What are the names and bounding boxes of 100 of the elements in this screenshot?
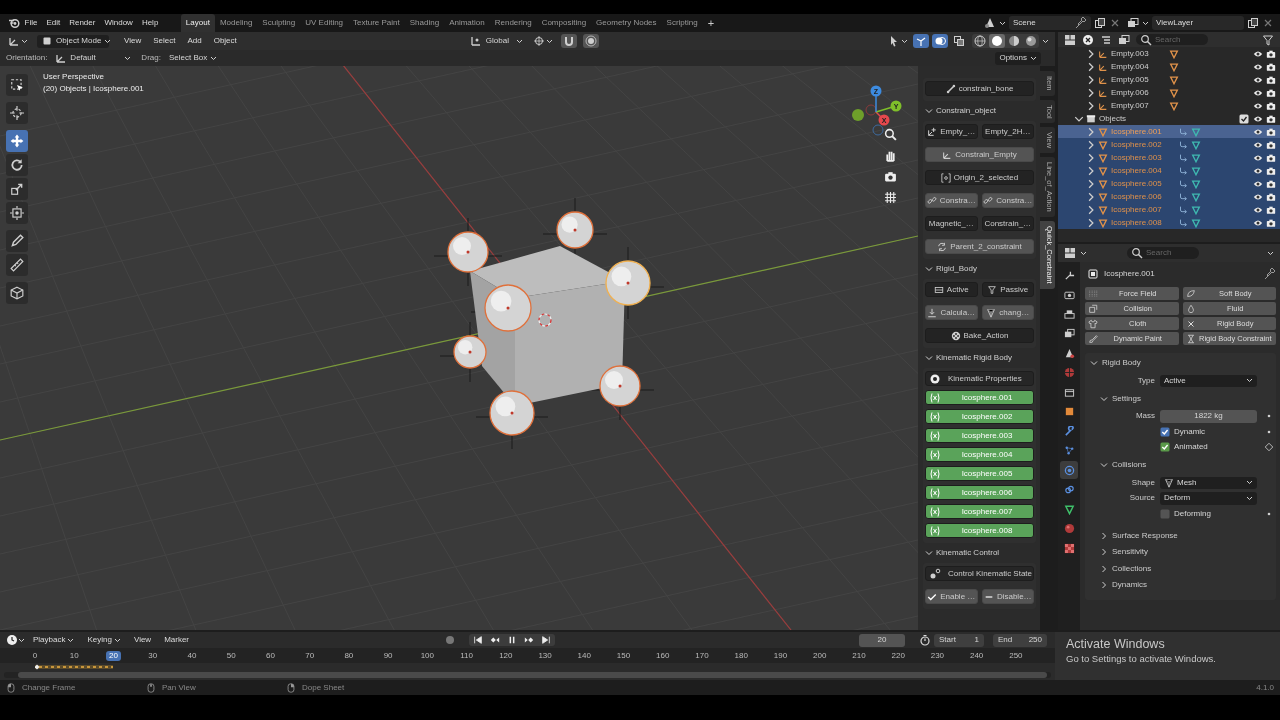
panel-header[interactable]: Constrain_object (923, 103, 1036, 119)
menu-item[interactable]: Keying (82, 636, 126, 644)
object-name: Icosphere.001 (1104, 270, 1155, 278)
outliner-row[interactable]: Icosphere.007 (1058, 203, 1280, 216)
outliner-row[interactable]: Objects (1058, 112, 1280, 125)
operator-button[interactable]: constrain_bone (925, 81, 1034, 96)
panel-header[interactable]: Collisions (1085, 455, 1276, 475)
operator-button[interactable]: Bake_Action (925, 328, 1034, 343)
item-name: Empty.007 (1111, 101, 1149, 110)
panel-header[interactable]: Kinematic Control (923, 545, 1036, 561)
workspace-tab[interactable]: Animation (444, 14, 490, 32)
outliner-row[interactable]: Empty.004 (1058, 60, 1280, 73)
outliner-row[interactable]: Icosphere.008 (1058, 216, 1280, 229)
menu-item[interactable]: Edit (41, 19, 65, 27)
item-name: Icosphere.005 (1111, 179, 1162, 188)
panel-header[interactable]: Collections (1085, 560, 1276, 577)
menu-item[interactable]: Window (99, 19, 138, 27)
frame-number: 240 (968, 650, 985, 661)
panel-header[interactable]: Settings (1085, 388, 1276, 409)
workspace-tab[interactable]: Layout (180, 14, 215, 32)
mode-dropdown[interactable]: Object Mode (37, 34, 109, 48)
orientation-dropdown[interactable]: Global (467, 34, 525, 48)
operator-button[interactable]: Empty_… (925, 124, 978, 139)
menu-item[interactable]: Help (137, 19, 163, 27)
frame-number: 70 (304, 650, 316, 661)
outliner-row[interactable]: Icosphere.005 (1058, 177, 1280, 190)
outliner-row[interactable]: Icosphere.004 (1058, 164, 1280, 177)
operator-button[interactable]: Constrain_… (981, 216, 1034, 231)
drag-dropdown[interactable]: Select Box (164, 51, 222, 65)
operator-button[interactable]: Empty_2H… (981, 124, 1034, 139)
notice-text: Go to Settings to activate Windows. (1066, 653, 1217, 663)
menu-item[interactable]: Object (207, 37, 243, 45)
panel-header[interactable]: Rigid Body (1085, 353, 1276, 373)
menu-item[interactable]: File (20, 19, 42, 27)
end-frame-field[interactable]: End 250 (993, 633, 1047, 647)
menu-item[interactable]: Marker (159, 636, 195, 644)
outliner-row[interactable]: Icosphere.002 (1058, 138, 1280, 151)
frame-number: 150 (615, 650, 632, 661)
dropdown[interactable]: Deform (1160, 492, 1257, 505)
frame-number: 30 (147, 650, 159, 661)
outliner-row[interactable]: Icosphere.003 (1058, 151, 1280, 164)
workspace-tab[interactable]: Shading (404, 14, 445, 32)
operator-button[interactable]: Magnetic_… (925, 216, 978, 231)
operator-button[interactable]: Constra… (925, 193, 978, 208)
menu-item[interactable]: View (128, 636, 157, 644)
outliner-row[interactable]: Empty.006 (1058, 86, 1280, 99)
workspace-tab[interactable]: Scripting (661, 14, 703, 32)
workspace-tab[interactable]: Compositing (536, 14, 592, 32)
menu-item[interactable]: View (118, 37, 148, 45)
frame-number: 20 (106, 650, 121, 661)
outliner-row[interactable]: Empty.007 (1058, 99, 1280, 112)
operator-button[interactable]: Origin_2_selected (925, 170, 1034, 185)
operator-button[interactable]: Parent_2_constraint (925, 239, 1034, 254)
scene-field[interactable]: Scene (1009, 16, 1091, 30)
workspace-tab[interactable]: Rendering (489, 14, 537, 32)
dropdown[interactable]: Active (1160, 374, 1257, 387)
panel-header[interactable]: Kinematic Rigid Body (923, 350, 1036, 366)
current-frame-field[interactable]: 20 (859, 633, 905, 647)
operator-button[interactable]: Enable … (925, 589, 978, 604)
operator-button[interactable]: Disable… (981, 589, 1034, 604)
menu-item[interactable]: Playback (28, 636, 80, 644)
menu-item[interactable]: Select (147, 37, 182, 45)
frame-number: 200 (812, 650, 828, 661)
frame-number: 190 (772, 650, 789, 661)
outliner-row[interactable]: Icosphere.006 (1058, 190, 1280, 203)
number-field[interactable]: 1822 kg (1160, 410, 1257, 423)
workspace-tab[interactable]: Modeling (214, 14, 258, 32)
property-label: Kinematic Properties (925, 371, 1034, 386)
panel-header[interactable]: Rigid_Body (923, 261, 1036, 277)
panel-header[interactable]: Sensitivity (1085, 544, 1276, 561)
outliner-row[interactable]: Empty.003 (1058, 47, 1280, 60)
menu-item[interactable]: Add (181, 37, 208, 45)
item-name: Icosphere.002 (1111, 140, 1162, 149)
orientation-dropdown[interactable]: Default (51, 51, 136, 65)
operator-button[interactable]: chang… (981, 305, 1034, 320)
operator-button[interactable]: Active (925, 282, 978, 297)
operator-button[interactable]: Calcula… (925, 305, 978, 320)
item-name: Icosphere.004 (1111, 166, 1162, 175)
workspace-tab[interactable]: UV Editing (300, 14, 349, 32)
item-name: Icosphere.007 (1111, 205, 1162, 214)
frame-number: 250 (1008, 650, 1024, 661)
frame-number: 160 (655, 650, 671, 661)
view-layer-field[interactable]: ViewLayer (1152, 16, 1244, 30)
panel-header[interactable]: Surface Response (1085, 527, 1276, 544)
dropdown[interactable]: Mesh (1160, 476, 1257, 489)
notice-title: Activate Windows (1066, 638, 1166, 651)
add-workspace-button[interactable]: + (702, 14, 720, 32)
object-info: (20) Objects | Icosphere.001 (43, 85, 144, 93)
outliner-row[interactable]: Empty.005 (1058, 73, 1280, 86)
operator-button[interactable]: Constra… (981, 193, 1034, 208)
workspace-tab[interactable]: Geometry Nodes (591, 14, 662, 32)
panel-header[interactable]: Dynamics (1085, 577, 1276, 594)
workspace-tab[interactable]: Texture Paint (348, 14, 405, 32)
options-dropdown[interactable]: Options (995, 51, 1041, 65)
start-frame-field[interactable]: Start 1 (934, 633, 984, 647)
item-name: Empty.004 (1111, 62, 1149, 71)
operator-button[interactable]: Constrain_Empty (925, 147, 1034, 162)
workspace-tab[interactable]: Sculpting (257, 14, 301, 32)
operator-button[interactable]: Passive (981, 282, 1034, 297)
menu-item[interactable]: Render (64, 19, 100, 27)
